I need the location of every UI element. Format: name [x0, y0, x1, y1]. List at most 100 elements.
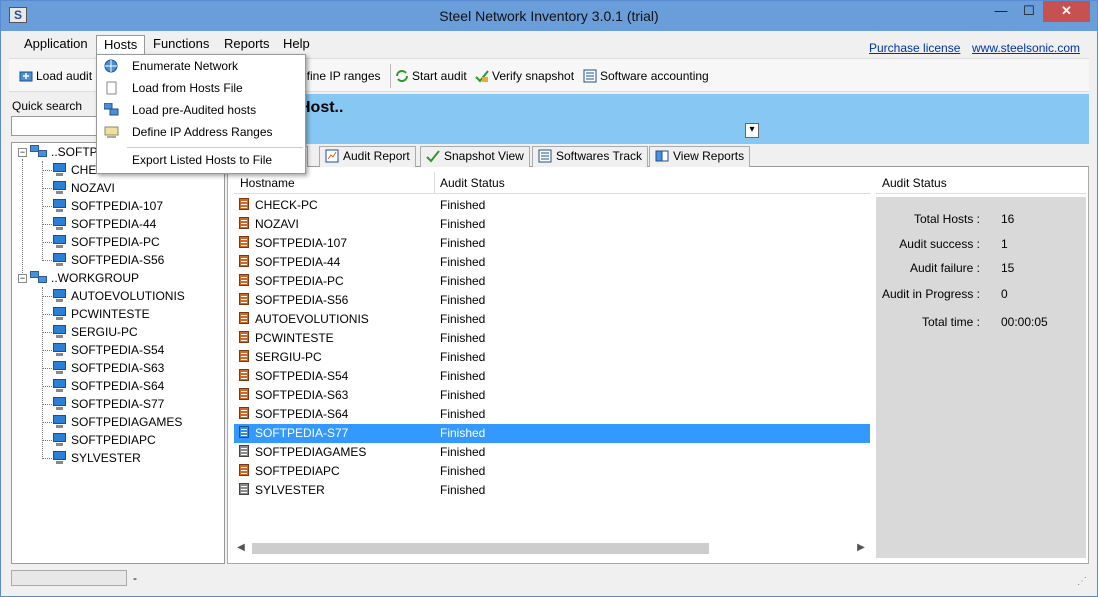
hostname-text: SOFTPEDIA-S63	[255, 388, 349, 402]
verify-snapshot-label: Verify snapshot	[492, 69, 575, 83]
computer-icon	[52, 307, 67, 320]
column-header-hostname[interactable]: Hostname	[240, 176, 295, 190]
website-link[interactable]: www.steelsonic.com	[972, 41, 1080, 55]
menu-reports[interactable]: Reports	[217, 35, 277, 55]
table-row[interactable]: SOFTPEDIAGAMES Finished	[234, 443, 870, 462]
tree-group-workgroup[interactable]: ..WORKGROUP	[30, 269, 139, 287]
hostname-text: SOFTPEDIA-S64	[255, 407, 349, 421]
audit-status-cell: Finished	[440, 255, 486, 269]
table-row[interactable]: SOFTPEDIA-44 Finished	[234, 253, 870, 272]
audit-report-icon	[238, 445, 251, 458]
table-row[interactable]: SOFTPEDIA-S77 Finished	[234, 424, 870, 443]
hostname-text: SOFTPEDIA-107	[255, 236, 348, 250]
column-header-audit-status[interactable]: Audit Status	[440, 176, 505, 190]
menu-hosts[interactable]: Hosts	[96, 35, 146, 55]
horizontal-scrollbar[interactable]: ◀ ▶	[234, 540, 870, 557]
load-audit-button[interactable]: Load audit	[19, 67, 92, 85]
document-menu-icon[interactable]: ▾	[745, 123, 759, 138]
table-row[interactable]: PCWINTESTE Finished	[234, 329, 870, 348]
tree-expander-group-0[interactable]: −	[18, 148, 27, 157]
tree-host[interactable]: SOFTPEDIA-S63	[52, 359, 164, 377]
table-row[interactable]: SOFTPEDIAPC Finished	[234, 462, 870, 481]
network-icon	[30, 145, 48, 159]
tree-host[interactable]: SERGIU-PC	[52, 323, 138, 341]
tree-host[interactable]: SOFTPEDIAGAMES	[52, 413, 182, 431]
host-tree[interactable]: − ..SOFTP CHECK-PC NOZAVI SOFTPEDIA-107 …	[11, 142, 225, 564]
menu-item-export-listed-hosts[interactable]: Export Listed Hosts to File	[97, 149, 305, 171]
menu-item-enumerate-network[interactable]: Enumerate Network	[97, 55, 305, 77]
table-row[interactable]: SOFTPEDIA-107 Finished	[234, 234, 870, 253]
menu-functions[interactable]: Functions	[146, 35, 216, 55]
tree-host[interactable]: SOFTPEDIA-S77	[52, 395, 164, 413]
table-row[interactable]: SOFTPEDIA-S54 Finished	[234, 367, 870, 386]
host-list[interactable]: Hostname Audit Status CHECK-PC Finished NO…	[234, 172, 874, 560]
tree-group-softp[interactable]: ..SOFTP	[30, 143, 98, 161]
tree-host-label: SOFTPEDIA-PC	[71, 235, 160, 249]
title-bar[interactable]: S Steel Network Inventory 3.0.1 (trial) …	[1, 1, 1097, 31]
tree-line	[22, 159, 23, 277]
scrollbar-thumb[interactable]	[252, 543, 709, 554]
define-ip-ranges-button[interactable]: efine IP ranges	[300, 67, 381, 85]
tree-expander-group-1[interactable]: −	[18, 274, 27, 283]
purchase-license-link[interactable]: Purchase license	[869, 41, 960, 55]
tree-host[interactable]: PCWINTESTE	[52, 305, 150, 323]
minimize-button[interactable]: —	[987, 1, 1015, 22]
software-accounting-button[interactable]: Software accounting	[583, 67, 709, 85]
hostname-cell: SOFTPEDIA-S54	[238, 367, 348, 386]
menu-item-load-pre-audited-hosts[interactable]: Load pre-Audited hosts	[97, 99, 305, 121]
stat-label: Audit failure :	[909, 261, 980, 275]
menu-item-define-ip-address-ranges[interactable]: Define IP Address Ranges	[97, 121, 305, 143]
tree-host[interactable]: SYLVESTER	[52, 449, 141, 467]
resize-grip-icon[interactable]: ⋰	[1077, 576, 1087, 587]
start-audit-button[interactable]: Start audit	[395, 67, 467, 85]
tree-host[interactable]: NOZAVI	[52, 179, 115, 197]
audit-status-cell: Finished	[440, 217, 486, 231]
maximize-button[interactable]: ☐	[1015, 1, 1043, 22]
menu-application[interactable]: Application	[17, 35, 95, 55]
tab-snapshot-view[interactable]: Snapshot View	[420, 146, 530, 167]
table-row[interactable]: SOFTPEDIA-S64 Finished	[234, 405, 870, 424]
tab-view-reports[interactable]: View Reports	[649, 146, 751, 167]
table-row[interactable]: SERGIU-PC Finished	[234, 348, 870, 367]
column-divider[interactable]	[434, 172, 435, 194]
tree-host[interactable]: SOFTPEDIA-PC	[52, 233, 160, 251]
hostname-text: SERGIU-PC	[255, 350, 322, 364]
tree-host[interactable]: SOFTPEDIA-S54	[52, 341, 164, 359]
table-row[interactable]: SYLVESTER Finished	[234, 481, 870, 500]
hostname-cell: SOFTPEDIA-PC	[238, 272, 344, 291]
verify-snapshot-button[interactable]: Verify snapshot	[475, 67, 574, 85]
table-row[interactable]: SOFTPEDIA-S56 Finished	[234, 291, 870, 310]
menu-separator	[127, 147, 303, 148]
scroll-left-icon[interactable]: ◀	[234, 541, 248, 555]
tree-host[interactable]: SOFTPEDIA-107	[52, 197, 163, 215]
audit-report-icon	[238, 217, 251, 230]
audit-status-cell: Finished	[440, 407, 486, 421]
tree-host-label: PCWINTESTE	[71, 307, 150, 321]
menu-item-load-from-hosts-file[interactable]: Load from Hosts File	[97, 77, 305, 99]
tree-host[interactable]: SOFTPEDIA-S64	[52, 377, 164, 395]
close-button[interactable]: ✕	[1043, 1, 1090, 22]
tree-host[interactable]: SOFTPEDIAPC	[52, 431, 156, 449]
table-row[interactable]: NOZAVI Finished	[234, 215, 870, 234]
table-row[interactable]: CHECK-PC Finished	[234, 196, 870, 215]
tree-host[interactable]: SOFTPEDIA-44	[52, 215, 156, 233]
table-row[interactable]: SOFTPEDIA-PC Finished	[234, 272, 870, 291]
tree-line	[42, 314, 52, 315]
tree-host[interactable]: SOFTPEDIA-S56	[52, 251, 164, 269]
tree-line	[42, 332, 52, 333]
audit-report-icon	[238, 236, 251, 249]
stat-value: 15	[1001, 261, 1015, 275]
tab-softwares-track[interactable]: Softwares Track	[532, 146, 649, 167]
stat-label: Total time :	[921, 315, 980, 329]
snapshot-view-icon	[426, 150, 440, 163]
scroll-right-icon[interactable]: ▶	[854, 541, 868, 555]
computer-icon	[52, 343, 67, 356]
software-accounting-icon	[583, 69, 597, 83]
tree-host[interactable]: AUTOEVOLUTIONIS	[52, 287, 185, 305]
menu-help[interactable]: Help	[276, 35, 317, 55]
tab-audit-report[interactable]: Audit Report	[319, 146, 416, 167]
hostname-text: CHECK-PC	[255, 198, 318, 212]
table-row[interactable]: AUTOEVOLUTIONIS Finished	[234, 310, 870, 329]
tree-host-label: SOFTPEDIA-S56	[71, 253, 165, 267]
table-row[interactable]: SOFTPEDIA-S63 Finished	[234, 386, 870, 405]
